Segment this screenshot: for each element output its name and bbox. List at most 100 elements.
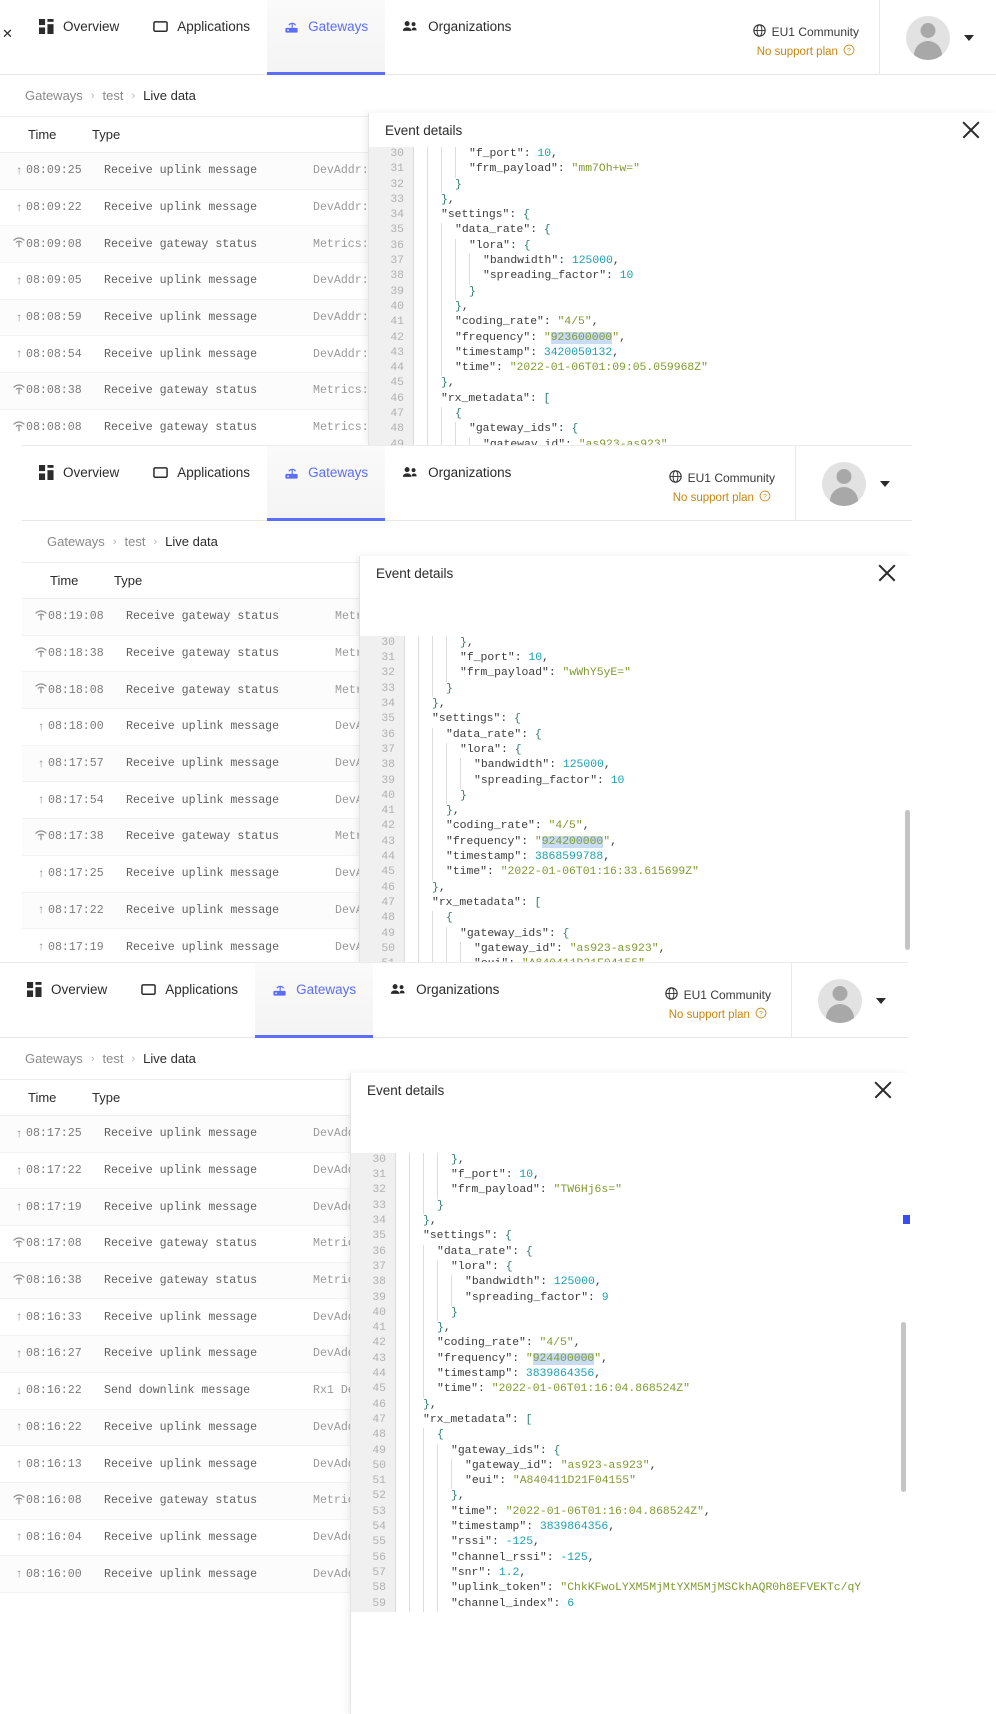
code-line-content[interactable]: "lora": { [404,742,522,759]
code-line-content[interactable]: "data_rate": { [413,223,551,239]
code-line-content[interactable]: } [413,284,476,300]
code-line-content[interactable]: { [395,1428,444,1444]
nav-tab-applications[interactable]: Applications [124,963,255,1038]
nav-tab-gateways[interactable]: Gateways [255,963,374,1038]
json-code-viewer[interactable]: 30}, 31 "f_port": 10, 32 "frm_payload": "wWh… [360,590,912,965]
code-line-content[interactable]: "frequency": "924400000", [395,1351,608,1368]
edge-close-icon[interactable]: ✕ [2,26,13,42]
code-line-content[interactable]: } [395,1198,444,1215]
code-scrollbar[interactable] [905,810,910,950]
code-line-content[interactable]: "frm_payload": "TW6Hj6s=" [395,1183,622,1199]
code-line-content[interactable]: } [395,1305,458,1322]
code-line-content[interactable]: "timestamp": 3420050132, [413,345,619,362]
code-line-content[interactable]: "gateway_ids": { [413,422,578,438]
code-line-content[interactable]: "time": "2022-01-06T01:16:33.615699Z" [404,865,699,881]
code-line-content[interactable]: "frm_payload": "mm7Oh+w=" [413,162,640,178]
code-line-content[interactable]: "gateway_id": "as923-as923", [413,437,674,445]
code-line-content[interactable]: "lora": { [395,1259,513,1276]
code-line-content[interactable]: "time": "2022-01-06T01:09:05.059968Z" [413,361,708,377]
code-line-content[interactable]: }, [395,1397,437,1413]
code-line-content[interactable]: }, [404,880,446,896]
chevron-down-icon[interactable] [880,480,890,487]
cluster-info[interactable]: EU1 Community No support plan ? [649,446,795,521]
code-line-content[interactable]: "rx_metadata": [ [395,1412,532,1429]
close-icon[interactable] [872,1079,894,1101]
code-line-content[interactable]: "rx_metadata": [ [413,391,550,408]
code-line-content[interactable]: }, [404,697,446,713]
code-line-content[interactable]: "coding_rate": "4/5", [413,315,599,331]
code-line-content[interactable]: "coding_rate": "4/5", [395,1336,581,1352]
code-line-content[interactable]: "coding_rate": "4/5", [404,819,590,835]
close-icon[interactable] [876,562,898,584]
code-line-content[interactable]: "spreading_factor": 10 [413,269,633,285]
nav-tab-gateways[interactable]: Gateways [267,0,386,75]
code-line-content[interactable]: "time": "2022-01-06T01:16:04.868524Z", [395,1504,711,1521]
code-line-content[interactable]: "frequency": "923600000", [413,330,626,346]
code-line-content[interactable]: "spreading_factor": 10 [404,773,624,789]
user-menu[interactable] [879,0,996,75]
code-line-content[interactable]: "time": "2022-01-06T01:16:04.868524Z" [395,1382,690,1398]
nav-tab-overview[interactable]: Overview [22,446,136,521]
code-line-content[interactable]: } [404,788,467,805]
close-icon[interactable] [960,119,982,141]
code-line-content[interactable]: }, [413,299,469,316]
nav-tab-overview[interactable]: Overview [10,963,124,1038]
breadcrumb-gateway-id[interactable]: test [102,88,123,103]
nav-tab-gateways[interactable]: Gateways [267,446,386,521]
code-line-content[interactable]: "data_rate": { [404,727,542,743]
code-line-content[interactable]: "rssi": -125, [395,1535,540,1551]
code-line-content[interactable]: "f_port": 10, [404,651,549,667]
breadcrumb-gateways[interactable]: Gateways [25,88,83,103]
nav-tab-organizations[interactable]: Organizations [385,446,528,521]
code-line-content[interactable]: "settings": { [395,1229,512,1245]
breadcrumb-gateway-id[interactable]: test [102,1051,123,1066]
code-line-content[interactable]: "timestamp": 3868599788, [404,850,610,866]
chevron-down-icon[interactable] [876,997,886,1004]
code-line-content[interactable]: }, [395,1152,465,1169]
code-line-content[interactable]: "channel_index": 6 [395,1596,574,1612]
code-line-content[interactable]: }, [395,1321,451,1337]
cluster-info[interactable]: EU1 Community No support plan ? [733,0,879,75]
code-line-content[interactable]: "snr": 1.2, [395,1565,526,1582]
code-line-content[interactable]: "gateway_ids": { [404,926,569,942]
code-line-content[interactable]: "gateway_id": "as923-as923", [404,941,665,958]
code-line-content[interactable]: } [413,177,462,193]
breadcrumb-gateway-id[interactable]: test [124,534,145,549]
code-line-content[interactable]: }, [404,635,474,652]
code-line-content[interactable]: { [404,911,453,927]
code-line-content[interactable]: "gateway_id": "as923-as923", [395,1458,656,1475]
nav-tab-applications[interactable]: Applications [136,0,267,75]
nav-tab-organizations[interactable]: Organizations [385,0,528,75]
code-line-content[interactable]: "f_port": 10, [413,147,558,163]
question-circle-icon[interactable]: ? [843,44,855,59]
code-line-content[interactable]: }, [395,1214,437,1230]
question-circle-icon[interactable]: ? [755,1007,767,1022]
code-line-content[interactable]: "gateway_ids": { [395,1443,560,1459]
code-line-content[interactable]: } [404,681,453,698]
code-line-content[interactable]: "settings": { [413,208,530,224]
json-code-viewer[interactable]: 30}, 31 "f_port": 10, 32 "frm_payload": "TW6… [351,1107,908,1714]
code-line-content[interactable]: }, [413,376,455,392]
code-line-content[interactable]: "settings": { [404,712,521,728]
nav-tab-overview[interactable]: Overview [22,0,136,75]
code-scrollbar[interactable] [901,1322,906,1492]
question-circle-icon[interactable]: ? [759,490,771,505]
chevron-down-icon[interactable] [964,34,974,41]
user-menu[interactable] [791,963,908,1038]
code-line-content[interactable]: "frm_payload": "wWhY5yE=" [404,666,631,682]
code-line-content[interactable]: "uplink_token": "ChkKFwoLYXM5MjMtYXM5MjM… [395,1581,861,1597]
breadcrumb-gateways[interactable]: Gateways [25,1051,83,1066]
code-line-content[interactable]: "data_rate": { [395,1244,533,1260]
code-line-content[interactable]: "bandwidth": 125000, [395,1275,602,1291]
user-menu[interactable] [795,446,912,521]
code-line-content[interactable]: "timestamp": 3839864356, [395,1520,615,1536]
code-line-content[interactable]: "bandwidth": 125000, [413,254,620,270]
nav-tab-organizations[interactable]: Organizations [373,963,516,1038]
code-line-content[interactable]: "lora": { [413,238,531,255]
code-line-content[interactable]: "eui": "A840411D21F04155" [395,1474,636,1490]
json-code-viewer[interactable]: 30 "f_port": 10, 31 "frm_payload": "mm7Oh+w… [369,147,996,445]
breadcrumb-gateways[interactable]: Gateways [47,534,105,549]
code-line-content[interactable]: { [413,407,462,423]
code-line-content[interactable]: }, [395,1489,465,1505]
code-line-content[interactable]: "bandwidth": 125000, [404,758,611,774]
